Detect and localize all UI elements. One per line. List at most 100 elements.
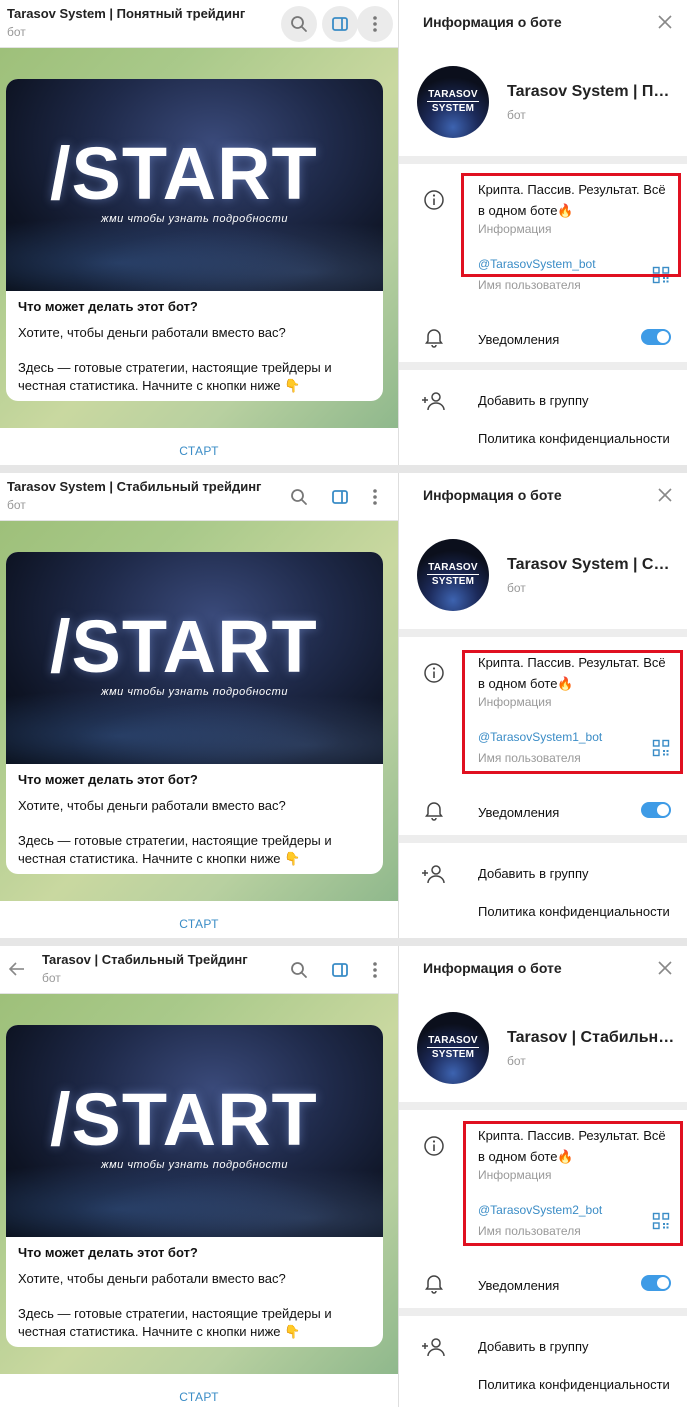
start-button[interactable]: СТАРТ	[179, 917, 219, 931]
bot-name: Tarasov System | Стабильный трейдинг	[507, 556, 677, 573]
avatar-line-1: TARASOV	[428, 89, 478, 100]
add-to-group-button[interactable]: Добавить в группу	[478, 1339, 589, 1354]
chat-header[interactable]: Tarasov System | Стабильный трейдинг бот	[0, 473, 398, 521]
info-title: Информация о боте	[423, 487, 562, 503]
bot-description-bubble: /START жми чтобы узнать подробности Что …	[6, 552, 383, 874]
banner-heading: /START	[50, 132, 318, 215]
bubble-question: Что может делать этот бот?	[18, 772, 198, 787]
add-user-icon	[421, 862, 447, 886]
username-label: Имя пользователя	[478, 278, 581, 292]
sidebar-toggle-icon[interactable]	[322, 479, 358, 515]
start-bar: СТАРТ	[0, 901, 398, 938]
close-icon[interactable]	[655, 485, 675, 505]
bubble-text-2: Здесь — готовые стратегии, настоящие тре…	[18, 1306, 332, 1339]
bot-name: Tarasov | Стабильный Трейдинг	[507, 1029, 677, 1046]
chat-subtitle: бот	[7, 25, 26, 39]
avatar[interactable]: TARASOV SYSTEM	[417, 539, 489, 611]
banner-caption: жми чтобы узнать подробности	[101, 1159, 288, 1171]
add-user-icon	[421, 1335, 447, 1359]
chat-background: /START жми чтобы узнать подробности Что …	[0, 48, 398, 428]
start-bar: СТАРТ	[0, 1374, 398, 1407]
bubble-question: Что может делать этот бот?	[18, 1245, 198, 1260]
avatar-line-2: SYSTEM	[427, 101, 479, 114]
notifications-label: Уведомления	[478, 805, 560, 820]
notifications-toggle[interactable]	[641, 329, 671, 345]
info-icon	[423, 189, 445, 211]
bot-subtitle: бот	[507, 108, 526, 122]
notifications-toggle[interactable]	[641, 802, 671, 818]
bot-description-bubble: /START жми чтобы узнать подробности Что …	[6, 79, 383, 401]
banner-heading: /START	[50, 1078, 318, 1161]
chat-background: /START жми чтобы узнать подробности Что …	[0, 994, 398, 1374]
bubble-text-2: Здесь — готовые стратегии, настоящие тре…	[18, 360, 332, 393]
chat-view: Tarasov | Стабильный Трейдинг бот /START…	[0, 946, 398, 1407]
add-to-group-button[interactable]: Добавить в группу	[478, 393, 589, 408]
more-menu-icon[interactable]	[357, 479, 393, 515]
bot-info-panel: Информация о боте TARASOV SYSTEM Tarasov…	[399, 946, 687, 1407]
panel-1: Tarasov System | Понятный трейдинг бот /…	[0, 0, 687, 465]
start-banner-image: /START жми чтобы узнать подробности	[6, 79, 383, 291]
bot-subtitle: бот	[507, 581, 526, 595]
bubble-question: Что может делать этот бот?	[18, 299, 198, 314]
chat-subtitle: бот	[7, 498, 26, 512]
privacy-policy-link[interactable]: Политика конфиденциальности	[478, 904, 683, 919]
start-banner-image: /START жми чтобы узнать подробности	[6, 1025, 383, 1237]
sidebar-toggle-icon[interactable]	[322, 6, 358, 42]
bot-name: Tarasov System | Понятный трейдинг	[507, 83, 677, 100]
privacy-policy-link[interactable]: Политика конфиденциальности	[478, 1377, 683, 1392]
info-title: Информация о боте	[423, 960, 562, 976]
info-icon	[423, 1135, 445, 1157]
bubble-text-2: Здесь — готовые стратегии, настоящие тре…	[18, 833, 332, 866]
info-icon	[423, 662, 445, 684]
start-bar: СТАРТ	[0, 428, 398, 465]
search-icon[interactable]	[281, 479, 317, 515]
add-to-group-button[interactable]: Добавить в группу	[478, 866, 589, 881]
chat-view: Tarasov System | Стабильный трейдинг бот…	[0, 473, 398, 938]
avatar[interactable]: TARASOV SYSTEM	[417, 1012, 489, 1084]
search-icon[interactable]	[281, 6, 317, 42]
highlight-box	[461, 173, 681, 277]
close-icon[interactable]	[655, 12, 675, 32]
add-user-icon	[421, 389, 447, 413]
start-button[interactable]: СТАРТ	[179, 444, 219, 458]
close-icon[interactable]	[655, 958, 675, 978]
chat-header[interactable]: Tarasov System | Понятный трейдинг бот	[0, 0, 398, 48]
bot-info-panel: Информация о боте TARASOV SYSTEM Tarasov…	[399, 0, 687, 465]
panel-2: Tarasov System | Стабильный трейдинг бот…	[0, 473, 687, 938]
notifications-label: Уведомления	[478, 332, 560, 347]
more-menu-icon[interactable]	[357, 952, 393, 988]
avatar[interactable]: TARASOV SYSTEM	[417, 66, 489, 138]
search-icon[interactable]	[281, 952, 317, 988]
panel-3: Tarasov | Стабильный Трейдинг бот /START…	[0, 946, 687, 1407]
notifications-label: Уведомления	[478, 1278, 560, 1293]
bubble-text-1: Хотите, чтобы деньги работали вместо вас…	[18, 1271, 286, 1286]
notifications-toggle[interactable]	[641, 1275, 671, 1291]
chat-background: /START жми чтобы узнать подробности Что …	[0, 521, 398, 901]
bell-icon	[423, 799, 445, 821]
start-banner-image: /START жми чтобы узнать подробности	[6, 552, 383, 764]
bell-icon	[423, 1272, 445, 1294]
avatar-line-1: TARASOV	[428, 562, 478, 573]
avatar-line-1: TARASOV	[428, 1035, 478, 1046]
bubble-text-1: Хотите, чтобы деньги работали вместо вас…	[18, 325, 286, 340]
start-button[interactable]: СТАРТ	[179, 1390, 219, 1404]
more-menu-icon[interactable]	[357, 6, 393, 42]
banner-heading: /START	[50, 605, 318, 688]
chat-view: Tarasov System | Понятный трейдинг бот /…	[0, 0, 398, 465]
bot-subtitle: бот	[507, 1054, 526, 1068]
bell-icon	[423, 326, 445, 348]
bubble-text-1: Хотите, чтобы деньги работали вместо вас…	[18, 798, 286, 813]
avatar-line-2: SYSTEM	[427, 1047, 479, 1060]
privacy-policy-link[interactable]: Политика конфиденциальности	[478, 431, 683, 446]
bot-info-panel: Информация о боте TARASOV SYSTEM Tarasov…	[399, 473, 687, 938]
sidebar-toggle-icon[interactable]	[322, 952, 358, 988]
banner-caption: жми чтобы узнать подробности	[101, 686, 288, 698]
chat-title: Tarasov System | Понятный трейдинг	[7, 6, 246, 21]
chat-header[interactable]: Tarasov | Стабильный Трейдинг бот	[0, 946, 398, 994]
highlight-box	[462, 650, 683, 774]
avatar-line-2: SYSTEM	[427, 574, 479, 587]
chat-subtitle: бот	[42, 971, 61, 985]
highlight-box	[463, 1121, 683, 1246]
banner-caption: жми чтобы узнать подробности	[101, 213, 288, 225]
back-arrow-icon[interactable]	[4, 956, 30, 982]
